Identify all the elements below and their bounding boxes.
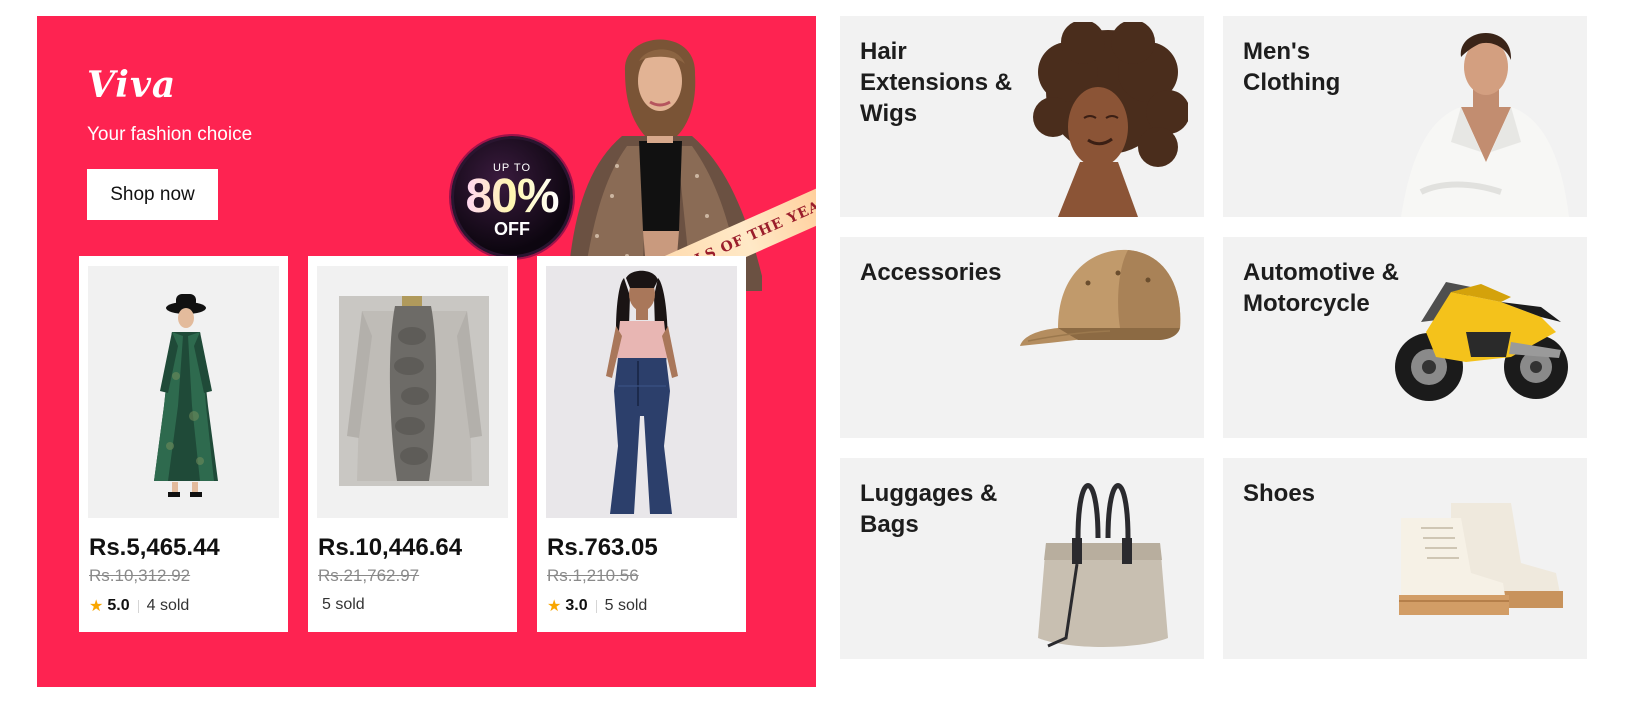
- star-icon: ★: [89, 598, 104, 615]
- product-image-jeans-outfit[interactable]: [546, 266, 737, 518]
- man-white-shirt-photo-icon: [1401, 32, 1569, 217]
- category-title: Hair Extensions & Wigs: [860, 38, 1013, 127]
- product-image-green-coat[interactable]: [88, 266, 279, 518]
- product-original-price: Rs.10,312.92: [89, 566, 191, 585]
- category-tile-mens-clothing[interactable]: Men's Clothing: [1223, 16, 1587, 217]
- product-rating: 5.0: [107, 597, 130, 614]
- sneaker-icon: [1399, 503, 1563, 615]
- category-title: Automotive & Motorcycle: [1243, 259, 1399, 317]
- product-card[interactable]: Rs.5,465.44 Rs.10,312.92 ★ 5.0 4 sold: [79, 256, 288, 632]
- product-list: Rs.5,465.44 Rs.10,312.92 ★ 5.0 4 sold Rs…: [79, 256, 746, 632]
- cap-icon: [1020, 249, 1181, 346]
- category-tile-shoes[interactable]: Shoes: [1223, 458, 1587, 659]
- promo-tagline: Your fashion choice: [87, 124, 253, 145]
- category-tile-automotive[interactable]: Automotive & Motorcycle: [1223, 237, 1587, 438]
- product-card[interactable]: Rs.10,446.64 Rs.21,762.97 5 sold: [308, 256, 517, 632]
- divider: [595, 599, 597, 613]
- product-card[interactable]: Rs.763.05 Rs.1,210.56 ★ 3.0 5 sold: [537, 256, 746, 632]
- category-tile-luggages-bags[interactable]: Luggages & Bags: [840, 458, 1204, 659]
- category-grid: Hair Extensions & Wigs Men's Clothing Ac…: [840, 16, 1620, 687]
- star-icon: ★: [547, 598, 562, 615]
- tote-bag-icon: [1038, 483, 1168, 648]
- green-coat-dress-icon: [154, 294, 218, 497]
- jeans-outfit-icon: [606, 270, 678, 514]
- product-price: Rs.763.05: [547, 534, 658, 561]
- product-meta: ★ 3.0 5 sold: [546, 596, 737, 616]
- fur-coat-icon: [339, 296, 489, 486]
- product-sold-count: 5 sold: [322, 596, 365, 613]
- motorcycle-icon: [1395, 282, 1568, 401]
- badge-percent-text: 80%: [465, 170, 559, 223]
- category-tile-accessories[interactable]: Accessories: [840, 237, 1204, 438]
- shop-now-button[interactable]: Shop now: [87, 169, 218, 220]
- product-original-price: Rs.1,210.56: [547, 566, 639, 585]
- divider: [137, 599, 139, 613]
- product-original-price: Rs.21,762.97: [318, 566, 420, 585]
- product-meta: 5 sold: [317, 596, 508, 614]
- discount-badge: UP TO 80% OFF: [451, 136, 573, 258]
- badge-off-text: OFF: [494, 219, 530, 239]
- product-price: Rs.10,446.64: [318, 534, 463, 561]
- promo-banner[interactable]: Viva Your fashion choice Shop now DEALS …: [37, 16, 816, 687]
- category-title: Men's Clothing: [1243, 38, 1341, 96]
- product-sold-count: 5 sold: [604, 597, 648, 614]
- product-image-fur-coat[interactable]: [317, 266, 508, 518]
- product-sold-count: 4 sold: [146, 597, 190, 614]
- category-tile-hair-extensions[interactable]: Hair Extensions & Wigs: [840, 16, 1204, 217]
- category-title: Accessories: [860, 259, 1002, 286]
- category-title: Shoes: [1243, 480, 1316, 507]
- product-rating: 3.0: [565, 597, 588, 614]
- brand-logo: Viva: [87, 64, 177, 106]
- product-meta: ★ 5.0 4 sold: [88, 596, 279, 616]
- product-price: Rs.5,465.44: [89, 534, 220, 561]
- woman-curly-hair-photo-icon: [1033, 22, 1188, 217]
- category-title: Luggages & Bags: [860, 480, 998, 538]
